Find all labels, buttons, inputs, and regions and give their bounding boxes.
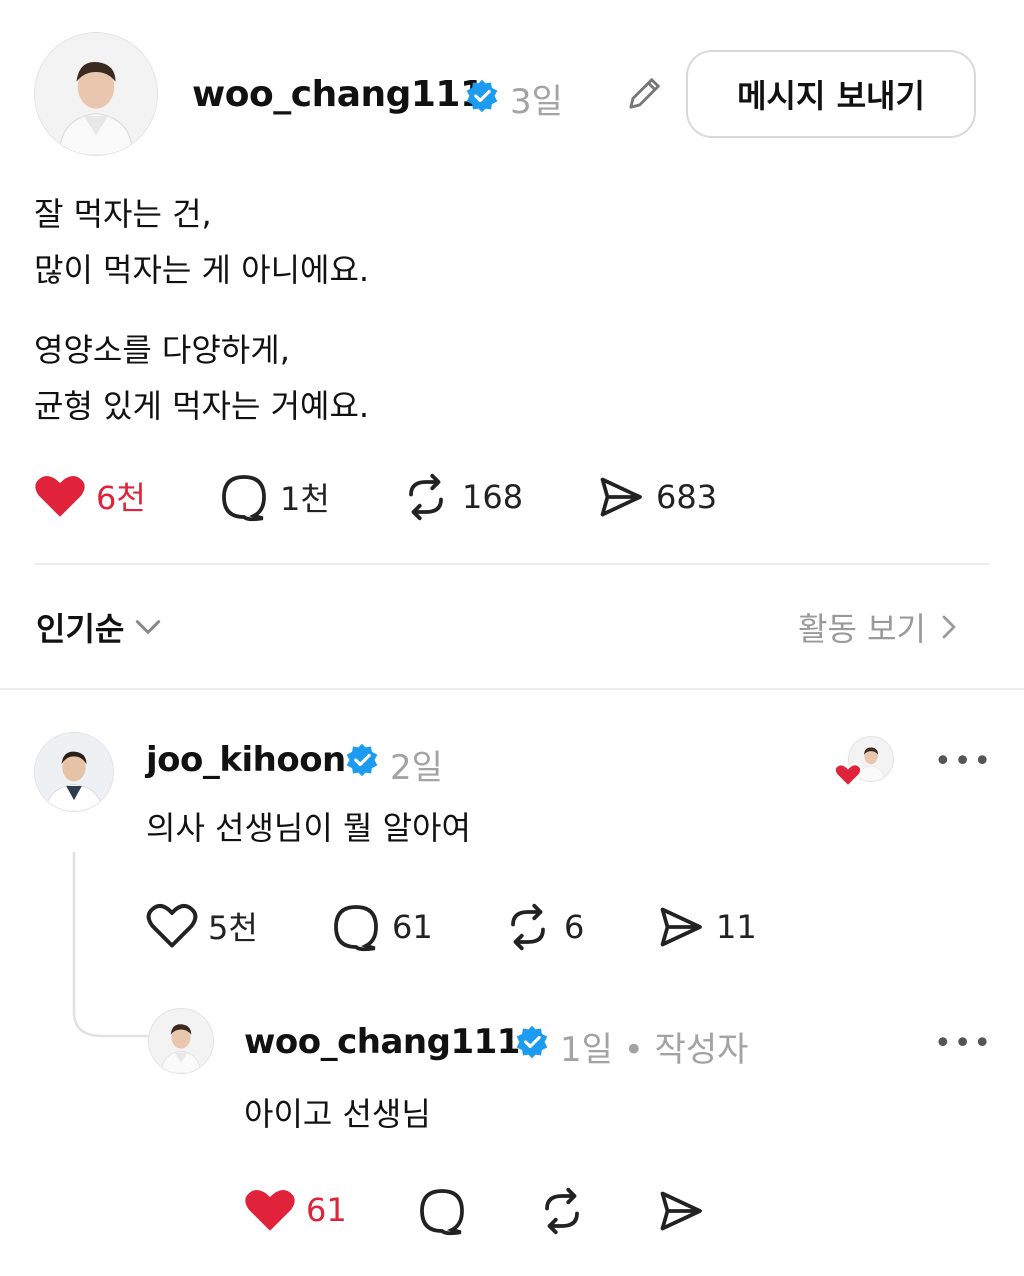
heart-icon — [245, 1189, 295, 1231]
share-icon — [660, 907, 702, 947]
nested-reply-text: 아이고 선생님 — [244, 1095, 431, 1133]
verified-icon — [346, 743, 378, 777]
reply-comment-button[interactable]: 61 — [330, 902, 433, 952]
divider — [34, 563, 990, 565]
nested-reply-more-icon[interactable]: ••• — [934, 1026, 993, 1061]
post-line: 균형 있게 먹자는 거예요. — [34, 387, 370, 425]
view-activity-link[interactable]: 활동 보기 — [798, 604, 964, 650]
pencil-icon[interactable] — [622, 72, 666, 116]
repost-icon — [409, 473, 443, 521]
nested-reply-username[interactable]: woo_chang111 — [244, 1022, 520, 1062]
post-paragraph-1: 잘 먹자는 건, 많이 먹자는 게 아니에요. — [34, 186, 369, 298]
reply-more-icon[interactable]: ••• — [934, 744, 993, 779]
comment-icon — [420, 1189, 464, 1236]
heart-icon — [35, 475, 85, 517]
reply-share-count: 11 — [716, 908, 757, 946]
post-repost-button[interactable]: 168 — [400, 472, 523, 522]
reply-username[interactable]: joo_kihoon — [146, 740, 346, 780]
reply-like-button[interactable]: 5천 — [146, 902, 258, 950]
reply-repost-button[interactable]: 6 — [502, 902, 584, 952]
divider — [0, 688, 1024, 690]
post-paragraph-2: 영양소를 다양하게, 균형 있게 먹자는 거예요. — [34, 322, 369, 434]
post-username[interactable]: woo_chang111 — [192, 74, 485, 115]
chevron-right-icon — [942, 615, 956, 639]
nested-reply-like-button[interactable]: 61 — [244, 1186, 347, 1234]
verified-icon — [466, 79, 498, 113]
repost-icon — [511, 903, 545, 951]
nested-reply-share-button[interactable] — [654, 1186, 706, 1236]
chevron-down-icon — [136, 620, 161, 634]
nested-reply-avatar[interactable] — [148, 1008, 214, 1074]
post-author-avatar[interactable] — [34, 32, 158, 156]
post-comment-count: 1천 — [280, 480, 330, 518]
post-like-button[interactable]: 6천 — [34, 472, 146, 520]
activity-label: 활동 보기 — [798, 610, 926, 648]
reply-comment-count: 61 — [392, 908, 433, 946]
post-repost-count: 168 — [462, 478, 524, 516]
reply-time: 2일 — [390, 748, 443, 788]
comment-icon — [334, 905, 378, 952]
post-like-count: 6천 — [96, 479, 146, 517]
reply-repost-count: 6 — [564, 908, 585, 946]
nested-reply-repost-button[interactable] — [536, 1186, 588, 1236]
nested-reply-comment-button[interactable] — [416, 1186, 468, 1236]
repost-icon — [545, 1187, 579, 1235]
nested-reply-time: 1일 • 작성자 — [560, 1030, 749, 1070]
reply-author-avatar[interactable] — [34, 732, 114, 812]
reply-text: 의사 선생님이 뭘 알아여 — [146, 809, 471, 847]
comment-icon — [222, 475, 266, 522]
share-icon — [600, 477, 642, 517]
verified-icon — [516, 1025, 548, 1059]
post-line: 잘 먹자는 건, — [34, 195, 212, 233]
post-line: 많이 먹자는 게 아니에요. — [34, 251, 370, 289]
nested-reply-like-count: 61 — [306, 1191, 347, 1229]
thread-line — [72, 852, 150, 1038]
reply-like-count: 5천 — [208, 909, 258, 947]
share-icon — [660, 1191, 702, 1231]
heart-icon — [146, 904, 198, 948]
post-share-button[interactable]: 683 — [594, 472, 717, 522]
post-share-count: 683 — [656, 478, 718, 516]
reply-share-button[interactable]: 11 — [654, 902, 757, 952]
post-comment-button[interactable]: 1천 — [218, 472, 330, 522]
post-time: 3일 — [510, 82, 563, 122]
heart-icon — [834, 763, 862, 788]
sort-label: 인기순 — [36, 610, 125, 648]
sort-dropdown[interactable]: 인기순 — [36, 604, 164, 650]
send-message-button[interactable]: 메시지 보내기 — [686, 50, 976, 138]
post-line: 영양소를 다양하게, — [34, 331, 290, 369]
